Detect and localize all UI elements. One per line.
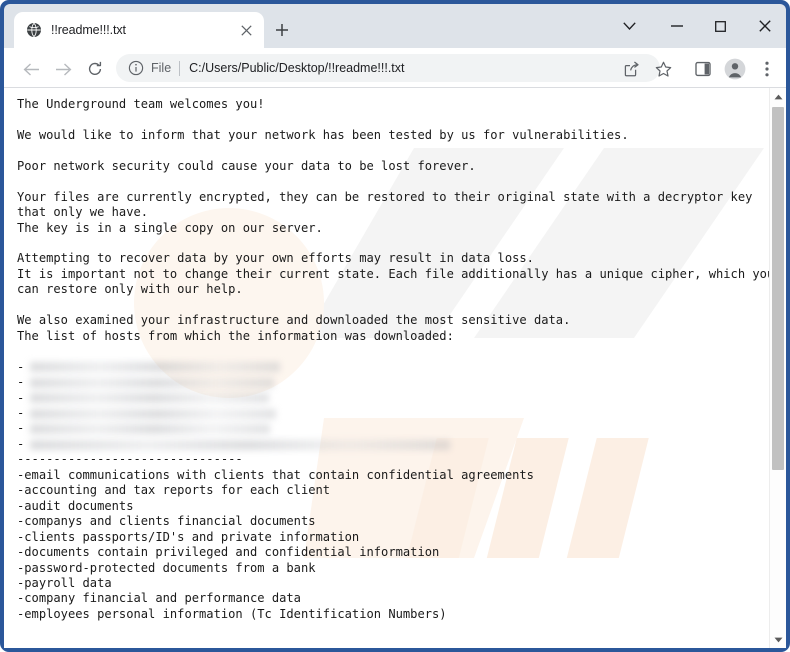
note-host-line: - — [17, 421, 762, 436]
note-host-line: - — [17, 391, 762, 406]
close-window-button[interactable] — [746, 11, 784, 41]
page-scrollbar[interactable] — [769, 88, 786, 648]
note-blank-line — [17, 174, 762, 189]
redacted-hostname — [30, 439, 451, 450]
host-line-dash: - — [17, 405, 25, 420]
note-blank-line — [17, 143, 762, 158]
globe-icon — [27, 22, 41, 38]
note-host-line: - — [17, 360, 762, 375]
note-line: -payroll data — [17, 575, 112, 590]
note-line: -companys and clients financial document… — [17, 514, 316, 529]
note-blank-line — [17, 298, 762, 313]
note-line: ------------------------------- — [17, 452, 243, 467]
host-line-dash: - — [17, 359, 25, 374]
scroll-down-arrow-icon[interactable] — [770, 631, 786, 648]
minimize-window-button[interactable] — [658, 11, 696, 41]
tab-search-button[interactable] — [610, 11, 648, 41]
host-line-dash: - — [17, 390, 25, 405]
note-host-line: - — [17, 437, 762, 452]
maximize-window-button[interactable] — [701, 11, 739, 41]
menu-kebab-icon[interactable] — [754, 56, 780, 82]
close-tab-icon[interactable] — [236, 20, 256, 40]
note-host-line: - — [17, 375, 762, 390]
new-tab-button[interactable] — [270, 18, 294, 42]
browser-toolbar: File C:/Users/Public/Desktop/!!readme!!!… — [4, 48, 786, 88]
note-line: The Underground team welcomes you! — [17, 97, 265, 111]
redacted-hostname — [30, 377, 275, 388]
note-line: -accounting and tax reports for each cli… — [17, 483, 331, 498]
url-text: C:/Users/Public/Desktop/!!readme!!!.txt — [189, 61, 405, 75]
bookmark-star-icon[interactable] — [650, 56, 676, 82]
host-line-dash: - — [17, 436, 25, 451]
browser-window: !!readme!!!.txt File C:/Users/Public/Des… — [0, 0, 790, 652]
forward-icon[interactable] — [50, 56, 76, 82]
side-panel-icon[interactable] — [690, 56, 716, 82]
note-line: that only we have. — [17, 205, 149, 220]
note-line: -password-protected documents from a ban… — [17, 560, 316, 575]
share-icon[interactable] — [618, 56, 644, 82]
note-blank-line — [17, 236, 762, 251]
ransom-note-text: The Underground team welcomes you! We wou… — [17, 97, 775, 622]
redacted-hostname — [30, 393, 270, 404]
scroll-up-arrow-icon[interactable] — [770, 88, 786, 105]
note-line: -audit documents — [17, 498, 134, 513]
note-line: Attempting to recover data by your own e… — [17, 251, 534, 266]
note-line: -documents contain privileged and confid… — [17, 545, 440, 560]
page-viewport: The Underground team welcomes you! We wou… — [4, 88, 786, 648]
note-line: Your files are currently encrypted, they… — [17, 189, 753, 204]
note-line: We also examined your infrastructure and… — [17, 313, 571, 328]
profile-avatar-icon[interactable] — [722, 56, 748, 82]
note-line: -employees personal information (Tc Iden… — [17, 606, 447, 621]
note-blank-line — [17, 344, 762, 359]
redacted-hostname — [30, 408, 277, 419]
back-icon[interactable] — [18, 56, 44, 82]
host-line-dash: - — [17, 375, 25, 390]
note-line: The list of hosts from which the informa… — [17, 328, 454, 343]
note-line: can restore only with our help. — [17, 282, 243, 297]
note-blank-line — [17, 112, 762, 127]
browser-tab[interactable]: !!readme!!!.txt — [14, 12, 264, 48]
note-line: -company financial and performance data — [17, 591, 301, 606]
host-line-dash: - — [17, 421, 25, 436]
redacted-hostname — [30, 362, 281, 373]
omnibox-divider — [179, 60, 181, 76]
address-bar[interactable]: File C:/Users/Public/Desktop/!!readme!!!… — [116, 54, 660, 82]
redacted-hostname — [30, 424, 271, 435]
info-circle-icon[interactable] — [128, 60, 144, 76]
note-line: It is important not to change their curr… — [17, 266, 775, 281]
note-host-line: - — [17, 406, 762, 421]
tab-title: !!readme!!!.txt — [51, 23, 126, 37]
note-line: The key is in a single copy on our serve… — [17, 220, 323, 235]
note-line: Poor network security could cause your d… — [17, 158, 476, 173]
tab-strip: !!readme!!!.txt — [4, 4, 786, 48]
note-line: We would like to inform that your networ… — [17, 127, 629, 142]
url-scheme-label: File — [151, 61, 172, 75]
scrollbar-thumb[interactable] — [772, 107, 784, 470]
note-line: -clients passports/ID's and private info… — [17, 529, 360, 544]
reload-icon[interactable] — [82, 56, 108, 82]
note-line: -email communications with clients that … — [17, 467, 534, 482]
